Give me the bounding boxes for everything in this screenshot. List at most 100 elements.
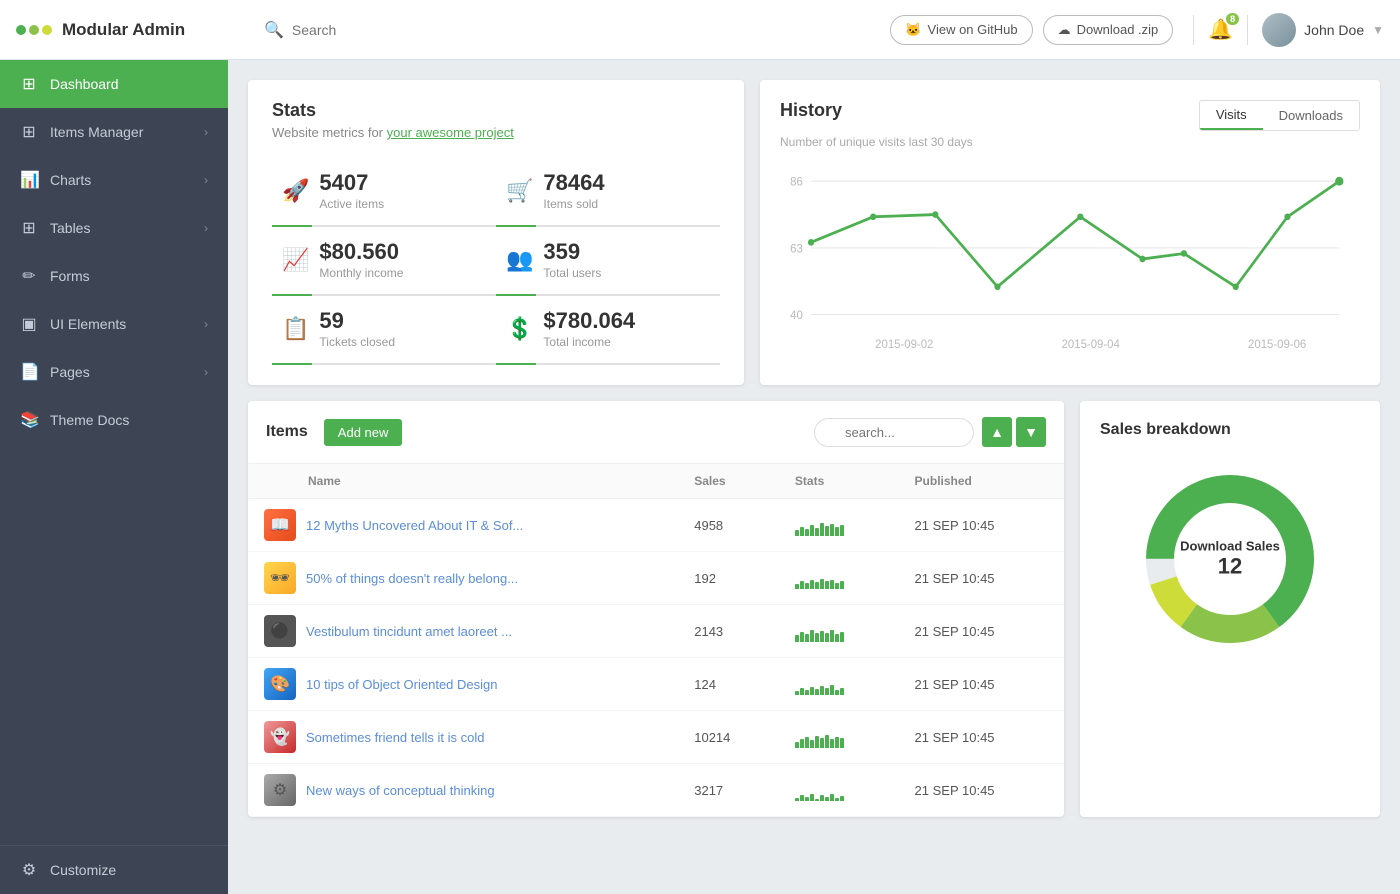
sidebar-label-pages: Pages	[50, 364, 192, 380]
mini-bar	[825, 797, 829, 801]
items-title: Items	[266, 423, 308, 441]
table-row: ⚫ Vestibulum tincidunt amet laoreet ... …	[248, 605, 1064, 658]
mini-bar	[810, 630, 814, 642]
nav-right: 🔔 8 John Doe ▼	[1193, 13, 1384, 47]
rocket-icon: 🚀	[282, 178, 309, 204]
cell-sales: 3217	[678, 764, 779, 817]
sidebar-item-tables[interactable]: ⊞ Tables ›	[0, 204, 228, 252]
mini-bar	[840, 632, 844, 642]
mini-bar	[830, 685, 834, 695]
stats-subtitle-link[interactable]: your awesome project	[387, 125, 514, 140]
mini-bar	[830, 630, 834, 642]
topnav: Modular Admin 🔍 🐱 View on GitHub ☁ Downl…	[0, 0, 1400, 60]
col-sales: Sales	[678, 464, 779, 499]
line-chart: 86 63 40	[780, 159, 1360, 359]
mini-bar	[795, 691, 799, 695]
mini-bar	[795, 584, 799, 589]
mini-bar	[820, 523, 824, 536]
svg-text:86: 86	[790, 174, 803, 188]
sidebar-label-charts: Charts	[50, 172, 192, 188]
tab-downloads[interactable]: Downloads	[1263, 101, 1359, 130]
logo-dots	[16, 25, 52, 35]
arrow-icon-charts: ›	[204, 173, 208, 187]
download-label: Download .zip	[1077, 22, 1159, 37]
download-button[interactable]: ☁ Download .zip	[1043, 15, 1174, 45]
svg-text:2015-09-04: 2015-09-04	[1062, 337, 1121, 351]
github-button[interactable]: 🐱 View on GitHub	[890, 15, 1032, 45]
mini-bar	[840, 581, 844, 589]
mini-bar	[810, 740, 814, 748]
stats-subtitle: Website metrics for your awesome project	[272, 125, 720, 140]
bell-badge: 8	[1226, 13, 1239, 25]
items-search-input[interactable]	[814, 418, 974, 447]
cell-stats	[779, 605, 899, 658]
mini-bar	[800, 795, 804, 801]
top-row: Stats Website metrics for your awesome p…	[248, 80, 1380, 385]
mini-bar	[840, 688, 844, 695]
sidebar-label-items-manager: Items Manager	[50, 124, 192, 140]
theme-docs-icon: 📚	[20, 410, 38, 430]
mini-bars	[795, 620, 883, 642]
table-row: 🎨 10 tips of Object Oriented Design 124 …	[248, 658, 1064, 711]
mini-bar	[835, 634, 839, 642]
table-row: 🕶 50% of things doesn't really belong...…	[248, 552, 1064, 605]
history-subtitle: Number of unique visits last 30 days	[780, 135, 1360, 149]
mini-bar	[835, 527, 839, 536]
col-name: Name	[248, 464, 678, 499]
cell-published: 21 SEP 10:45	[899, 658, 1064, 711]
sidebar-item-theme-docs[interactable]: 📚 Theme Docs	[0, 396, 228, 444]
stats-title: Stats	[272, 100, 720, 121]
item-link[interactable]: Sometimes friend tells it is cold	[306, 730, 484, 745]
item-link[interactable]: 50% of things doesn't really belong...	[306, 571, 518, 586]
sort-up-button[interactable]: ▲	[982, 417, 1012, 447]
item-link[interactable]: New ways of conceptual thinking	[306, 783, 495, 798]
sort-buttons: ▲ ▼	[982, 417, 1046, 447]
user-area[interactable]: John Doe ▼	[1262, 13, 1384, 47]
donut-area: Download Sales 12	[1100, 459, 1360, 659]
items-sold-value: 78464	[543, 170, 604, 196]
col-published: Published	[899, 464, 1064, 499]
user-name: John Doe	[1304, 22, 1364, 38]
sort-down-button[interactable]: ▼	[1016, 417, 1046, 447]
mini-bar	[835, 583, 839, 589]
sidebar-item-ui-elements[interactable]: ▣ UI Elements ›	[0, 300, 228, 348]
sidebar-item-pages[interactable]: 📄 Pages ›	[0, 348, 228, 396]
divider2	[1247, 15, 1248, 45]
mini-bar	[825, 688, 829, 695]
total-users-value: 359	[543, 239, 601, 265]
donut-center-value: 12	[1180, 554, 1280, 580]
sidebar-item-forms[interactable]: ✏ Forms	[0, 252, 228, 300]
mini-bar	[810, 525, 814, 536]
sidebar-item-dashboard[interactable]: ⊞ Dashboard	[0, 60, 228, 108]
mini-bars	[795, 673, 883, 695]
item-link[interactable]: 10 tips of Object Oriented Design	[306, 677, 498, 692]
item-link[interactable]: 12 Myths Uncovered About IT & Sof...	[306, 518, 523, 533]
tab-visits[interactable]: Visits	[1200, 101, 1263, 130]
svg-text:63: 63	[790, 241, 803, 255]
item-link[interactable]: Vestibulum tincidunt amet laoreet ...	[306, 624, 512, 639]
customize-icon: ⚙	[20, 860, 38, 880]
dot2	[29, 25, 39, 35]
stat-active-items: 🚀 5407 Active items	[272, 158, 496, 227]
sidebar-item-customize[interactable]: ⚙ Customize	[0, 845, 228, 894]
cell-published: 21 SEP 10:45	[899, 499, 1064, 552]
svg-text:40: 40	[790, 308, 803, 322]
table-row: 📖 12 Myths Uncovered About IT & Sof... 4…	[248, 499, 1064, 552]
mini-bar	[815, 799, 819, 801]
cell-sales: 124	[678, 658, 779, 711]
search-input[interactable]	[292, 22, 492, 38]
mini-bar	[800, 739, 804, 748]
add-new-button[interactable]: Add new	[324, 419, 403, 446]
mini-bar	[830, 580, 834, 589]
cell-stats	[779, 499, 899, 552]
mini-bar	[825, 735, 829, 748]
bell-area[interactable]: 🔔 8	[1208, 17, 1233, 42]
mini-bar	[800, 581, 804, 589]
sidebar-item-charts[interactable]: 📊 Charts ›	[0, 156, 228, 204]
sales-breakdown-title: Sales breakdown	[1100, 421, 1360, 439]
divider	[1193, 15, 1194, 45]
mini-bar	[815, 528, 819, 536]
sidebar-item-items-manager[interactable]: ⊞ Items Manager ›	[0, 108, 228, 156]
tickets-closed-value: 59	[319, 308, 395, 334]
mini-bar	[800, 632, 804, 642]
